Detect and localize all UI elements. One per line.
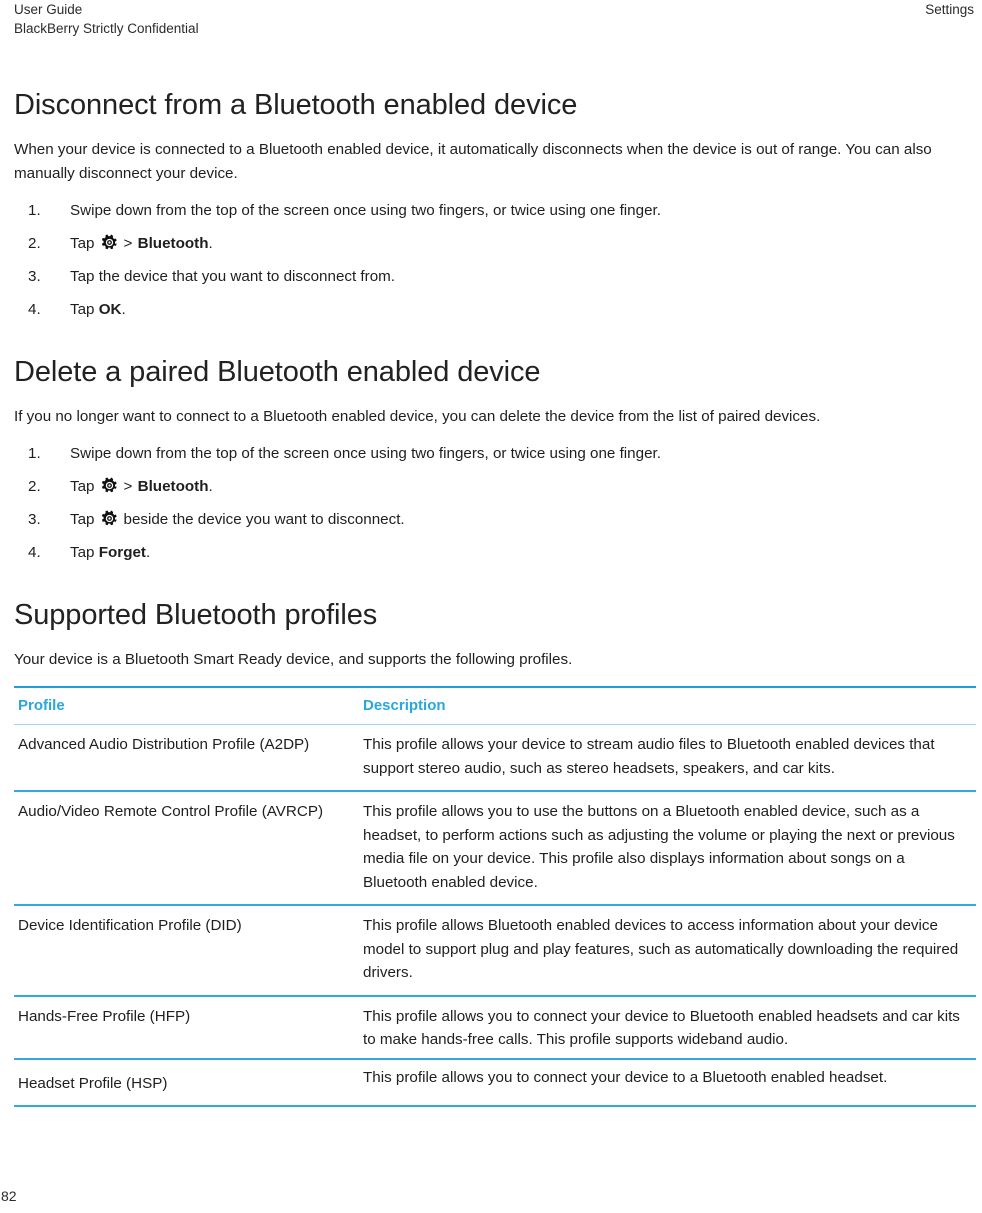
list-item: Tap beside the device you want to disconn… <box>14 509 976 531</box>
step-text: Tap <box>70 235 95 252</box>
page-title: Disconnect from a Bluetooth enabled devi… <box>14 89 578 121</box>
list-item: Tap > Bluetooth. <box>14 476 976 498</box>
step-text: Tap <box>70 544 95 561</box>
step-text: Tap the device that you want to disconne… <box>70 268 396 285</box>
table-row: Hands-Free Profile (HFP) This profile al… <box>14 995 976 1060</box>
cell-profile: Audio/Video Remote Control Profile (AVRC… <box>14 791 359 906</box>
header-user-guide-label: User Guide <box>14 2 83 17</box>
table-row: Audio/Video Remote Control Profile (AVRC… <box>14 791 976 906</box>
section-heading: Delete a paired Bluetooth enabled device <box>14 356 541 388</box>
table-row: Headset Profile (HSP) This profile allow… <box>14 1058 976 1107</box>
column-header-description: Description <box>359 686 976 725</box>
table-body: Advanced Audio Distribution Profile (A2D… <box>14 724 976 1107</box>
page-number: 82 <box>1 1188 17 1204</box>
step-bold-term: Bluetooth <box>137 235 209 252</box>
cell-description: This profile allows Bluetooth enabled de… <box>359 905 976 997</box>
step-text: Tap <box>70 511 95 528</box>
table-header: Profile Description <box>14 686 976 725</box>
header-confidential-label: BlackBerry Strictly Confidential <box>14 21 199 36</box>
step-text-tail: . <box>208 478 213 495</box>
header-left-block: User Guide BlackBerry Strictly Confident… <box>14 0 199 38</box>
cell-description: This profile allows your device to strea… <box>359 724 976 792</box>
cell-profile: Advanced Audio Distribution Profile (A2D… <box>14 724 359 792</box>
step-text-tail: . <box>145 544 151 561</box>
list-item: Swipe down from the top of the screen on… <box>14 443 976 465</box>
header-chapter-label: Settings <box>925 2 974 17</box>
cell-profile: Device Identification Profile (DID) <box>14 905 359 997</box>
step-list-delete: Swipe down from the top of the screen on… <box>14 443 976 564</box>
section-heading: Supported Bluetooth profiles <box>14 599 378 631</box>
step-text-tail: beside the device you want to disconnect… <box>123 511 405 528</box>
list-item: Tap > Bluetooth. <box>14 233 976 255</box>
step-text: Tap <box>70 478 95 495</box>
list-item: Swipe down from the top of the screen on… <box>14 200 976 222</box>
section-intro-paragraph: If you no longer want to connect to a Bl… <box>14 408 821 425</box>
step-bold-term: OK <box>98 301 122 318</box>
step-text: Tap <box>70 301 95 318</box>
step-text-tail: . <box>208 235 213 252</box>
page-content: Disconnect from a Bluetooth enabled devi… <box>14 88 976 1137</box>
list-item: Tap the device that you want to disconne… <box>14 266 976 288</box>
list-item: Tap OK. <box>14 299 976 321</box>
step-text: Swipe down from the top of the screen on… <box>70 202 661 219</box>
section-intro-paragraph: Your device is a Bluetooth Smart Ready d… <box>14 651 573 668</box>
step-text-tail: . <box>121 301 126 318</box>
step-bold-term: Forget <box>98 544 146 561</box>
step-separator: > <box>123 478 133 495</box>
cell-description: This profile allows you to connect your … <box>359 1058 976 1107</box>
step-text: Swipe down from the top of the screen on… <box>70 445 661 462</box>
section-disconnect: Disconnect from a Bluetooth enabled devi… <box>14 88 976 321</box>
bluetooth-profiles-table: Profile Description Advanced Audio Distr… <box>14 686 976 1107</box>
table-row: Advanced Audio Distribution Profile (A2D… <box>14 724 976 792</box>
page-running-header: User Guide BlackBerry Strictly Confident… <box>14 0 974 38</box>
gear-icon[interactable] <box>101 510 118 527</box>
step-list-disconnect: Swipe down from the top of the screen on… <box>14 200 976 321</box>
step-separator: > <box>123 235 133 252</box>
cell-description: This profile allows you to connect your … <box>359 995 976 1060</box>
table-row: Device Identification Profile (DID) This… <box>14 905 976 997</box>
section-supported-profiles: Supported Bluetooth profiles Your device… <box>14 598 976 1107</box>
section-intro-paragraph: When your device is connected to a Bluet… <box>14 141 932 182</box>
section-delete-paired: Delete a paired Bluetooth enabled device… <box>14 355 976 564</box>
cell-description: This profile allows you to use the butto… <box>359 791 976 906</box>
table-header-row: Profile Description <box>14 686 976 725</box>
gear-icon[interactable] <box>101 234 118 251</box>
cell-profile: Headset Profile (HSP) <box>14 1058 359 1107</box>
column-header-profile: Profile <box>14 686 359 725</box>
step-bold-term: Bluetooth <box>137 478 209 495</box>
gear-icon[interactable] <box>101 477 118 494</box>
cell-profile: Hands-Free Profile (HFP) <box>14 995 359 1060</box>
list-item: Tap Forget. <box>14 542 976 564</box>
